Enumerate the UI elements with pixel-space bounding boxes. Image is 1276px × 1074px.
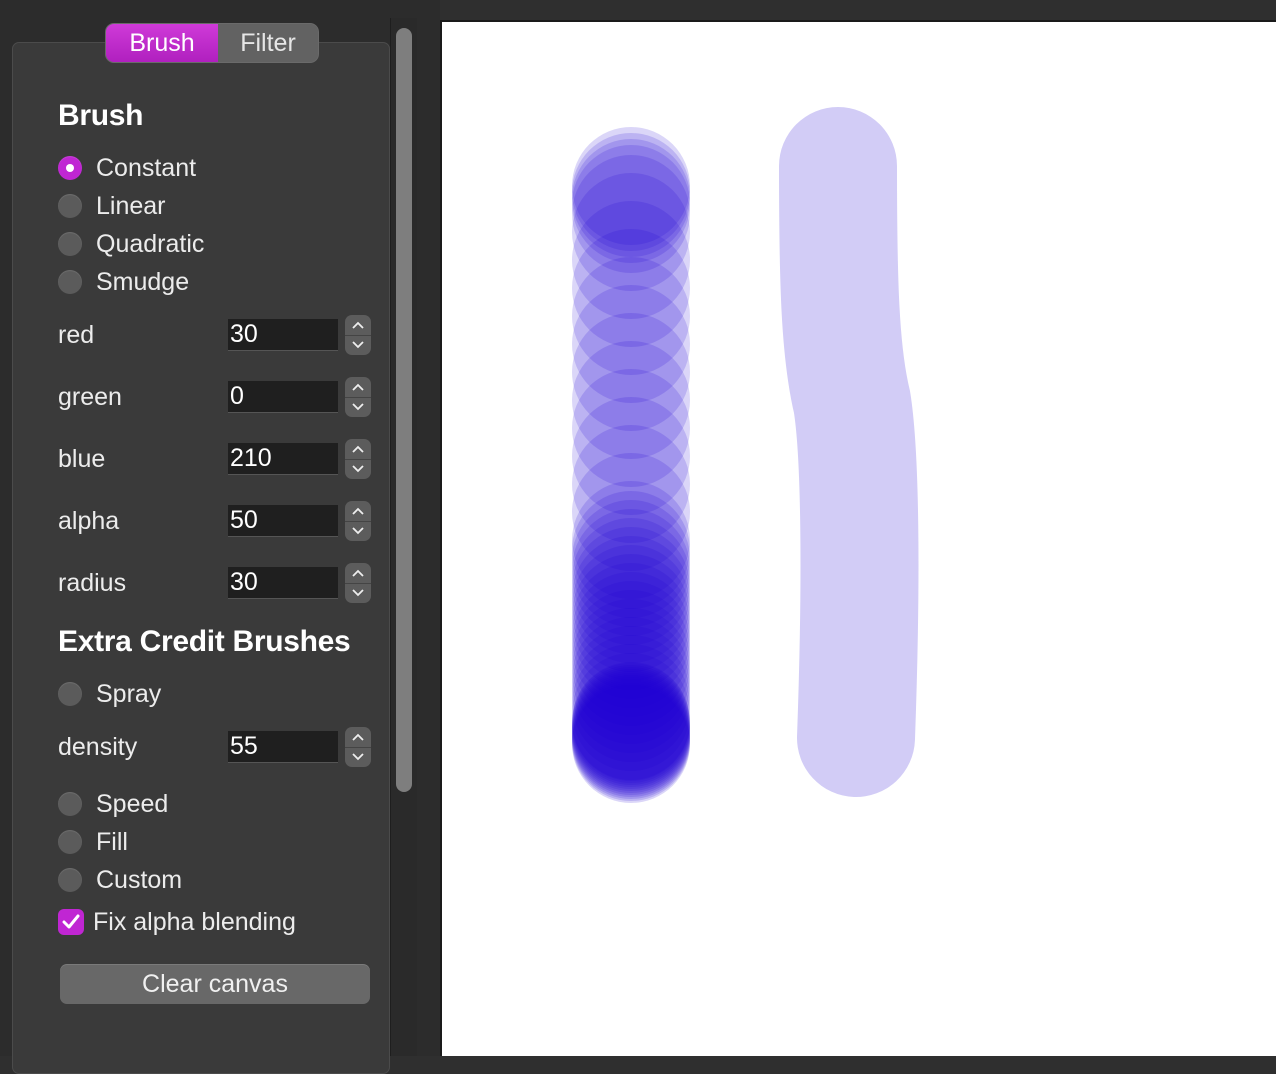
red-input[interactable]: [228, 319, 338, 351]
radius-stepper[interactable]: [345, 563, 371, 603]
brush-dab: [572, 685, 690, 803]
fix-alpha-label: Fix alpha blending: [93, 907, 296, 936]
chevron-up-icon[interactable]: [345, 315, 371, 336]
blue-stepper[interactable]: [345, 439, 371, 479]
chevron-down-icon[interactable]: [345, 748, 371, 768]
green-stepper[interactable]: [345, 377, 371, 417]
radio-label: Linear: [96, 191, 166, 220]
radio-custom[interactable]: Custom: [58, 865, 182, 895]
mode-tab-bar: Brush Filter: [106, 24, 318, 62]
alpha-input[interactable]: [228, 505, 338, 537]
alpha-stepper[interactable]: [345, 501, 371, 541]
radio-button[interactable]: [58, 232, 82, 256]
alpha-label: alpha: [58, 507, 120, 535]
radio-label: Smudge: [96, 267, 190, 296]
radio-button[interactable]: [58, 194, 82, 218]
radio-label: Quadratic: [96, 229, 205, 258]
radio-label: Constant: [96, 153, 197, 182]
chevron-down-icon[interactable]: [345, 336, 371, 356]
brush-stroke-path: [779, 107, 919, 797]
radio-linear[interactable]: Linear: [58, 191, 166, 221]
chevron-down-icon[interactable]: [345, 584, 371, 604]
radio-smudge[interactable]: Smudge: [58, 267, 189, 297]
chevron-down-icon[interactable]: [345, 460, 371, 480]
radio-fill[interactable]: Fill: [58, 827, 128, 857]
radio-label: Custom: [96, 865, 183, 894]
radio-button[interactable]: [58, 868, 82, 892]
chevron-up-icon[interactable]: [345, 727, 371, 748]
drawing-canvas[interactable]: [440, 20, 1276, 1056]
paint-strokes: [572, 107, 919, 803]
radio-speed[interactable]: Speed: [58, 789, 168, 819]
radio-button[interactable]: [58, 792, 82, 816]
fix-alpha-checkbox[interactable]: [58, 909, 84, 935]
density-input[interactable]: [228, 731, 338, 763]
chevron-up-icon[interactable]: [345, 563, 371, 584]
extra-credit-section-title: Extra Credit Brushes: [58, 625, 351, 658]
green-input[interactable]: [228, 381, 338, 413]
chevron-up-icon[interactable]: [345, 377, 371, 398]
radio-label: Spray: [96, 679, 162, 708]
chevron-up-icon[interactable]: [345, 439, 371, 460]
tab-filter[interactable]: Filter: [218, 24, 318, 62]
radio-button-selected[interactable]: [58, 156, 82, 180]
chevron-down-icon[interactable]: [345, 522, 371, 542]
radio-label: Fill: [96, 827, 128, 856]
density-label: density: [58, 733, 138, 761]
radius-label: radius: [58, 569, 127, 597]
radio-button[interactable]: [58, 682, 82, 706]
radio-label: Speed: [96, 789, 169, 818]
radio-quadratic[interactable]: Quadratic: [58, 229, 204, 259]
blue-input[interactable]: [228, 443, 338, 475]
red-label: red: [58, 321, 95, 349]
green-label: green: [58, 383, 122, 411]
chevron-up-icon[interactable]: [345, 501, 371, 522]
fix-alpha-checkbox-row[interactable]: Fix alpha blending: [58, 907, 296, 937]
checkmark-icon: [62, 914, 80, 929]
panel-scrollbar-thumb[interactable]: [396, 28, 412, 792]
radius-input[interactable]: [228, 567, 338, 599]
radio-constant[interactable]: Constant: [58, 153, 196, 183]
chevron-down-icon[interactable]: [345, 398, 371, 418]
red-stepper[interactable]: [345, 315, 371, 355]
radio-button[interactable]: [58, 830, 82, 854]
density-stepper[interactable]: [345, 727, 371, 767]
blue-label: blue: [58, 445, 106, 473]
clear-canvas-button[interactable]: Clear canvas: [60, 964, 370, 1004]
brush-section-title: Brush: [58, 99, 144, 132]
tab-brush[interactable]: Brush: [106, 24, 218, 62]
radio-button[interactable]: [58, 270, 82, 294]
radio-spray[interactable]: Spray: [58, 679, 161, 709]
